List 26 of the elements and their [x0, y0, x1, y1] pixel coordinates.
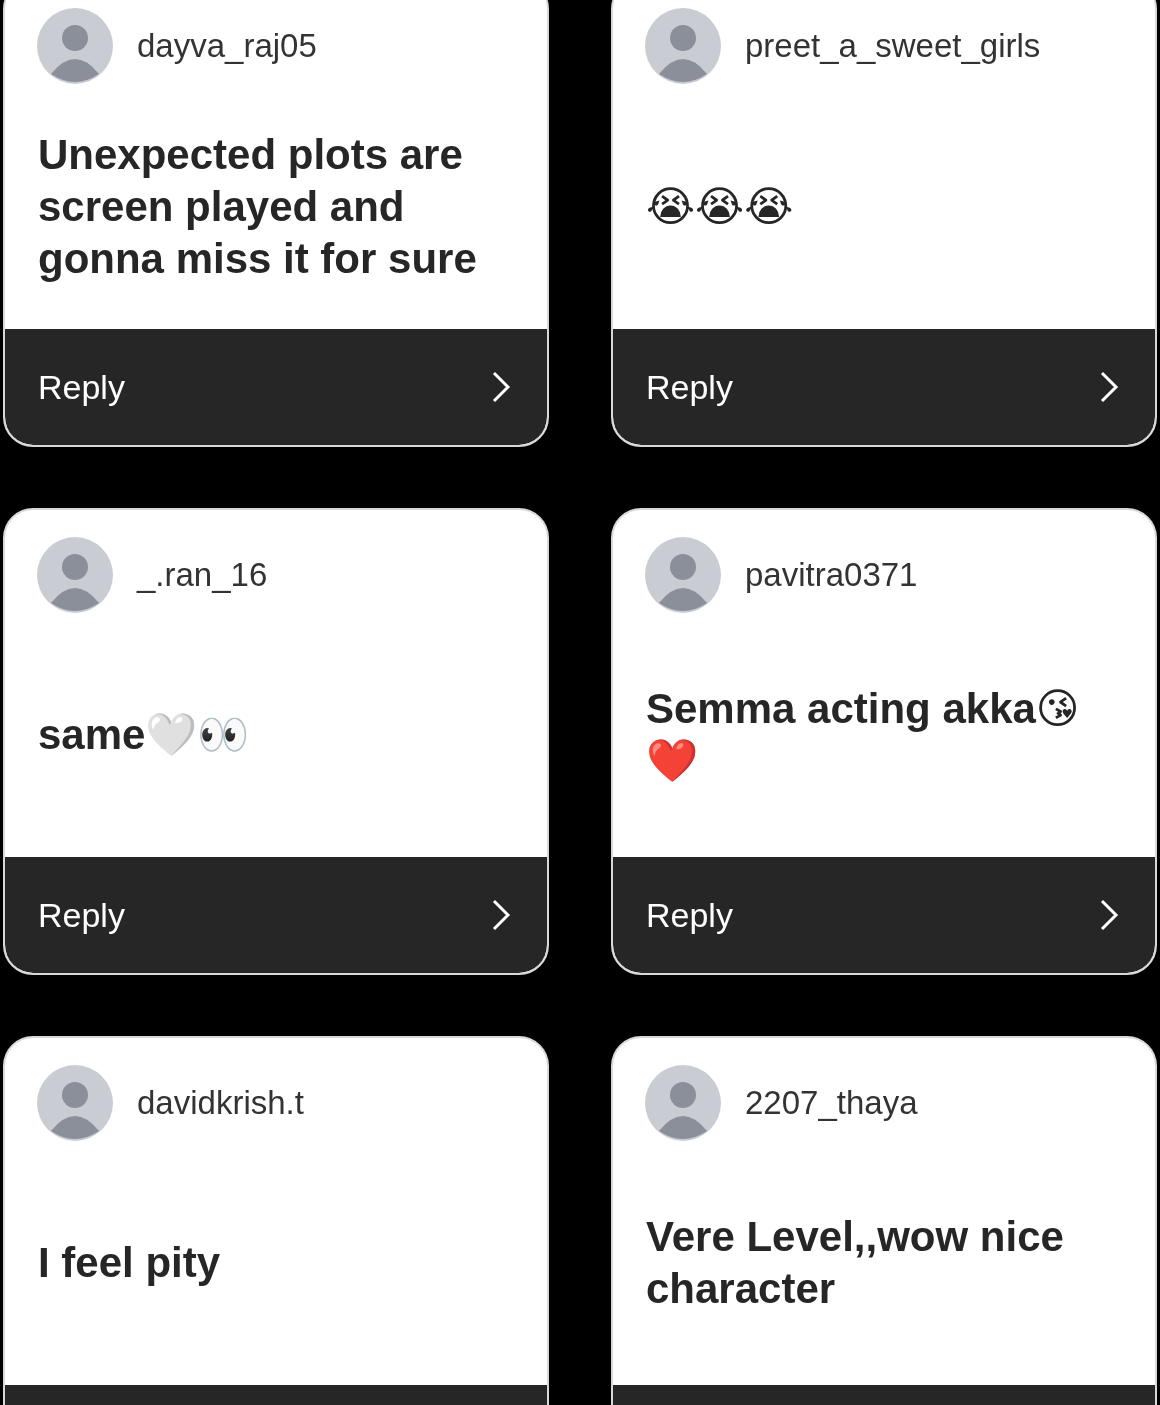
- avatar-icon: [37, 537, 113, 613]
- username[interactable]: _.ran_16: [137, 556, 268, 594]
- reply-button[interactable]: Reply: [613, 329, 1155, 445]
- comment-text: Semma acting akka😘❤: [646, 684, 1081, 786]
- username[interactable]: 2207_thaya: [745, 1084, 918, 1122]
- comment-text: same🤍👀: [38, 710, 250, 760]
- avatar-icon: [645, 1065, 721, 1141]
- reply-button[interactable]: Reply: [5, 857, 547, 973]
- username[interactable]: davidkrish.t: [137, 1084, 304, 1122]
- chevron-right-icon: [491, 370, 511, 404]
- comment-text: 😭😭😭: [646, 181, 794, 232]
- comment-text: Unexpected plots are screen played and gonna miss it for sure: [38, 129, 478, 284]
- username[interactable]: preet_a_sweet_girls: [745, 27, 1041, 65]
- avatar-icon: [37, 1065, 113, 1141]
- chevron-right-icon: [491, 898, 511, 932]
- username[interactable]: dayva_raj05: [137, 27, 317, 65]
- avatar-icon: [645, 8, 721, 84]
- avatar-icon: [37, 8, 113, 84]
- chevron-right-icon: [1099, 898, 1119, 932]
- avatar-icon: [645, 537, 721, 613]
- chevron-right-icon: [1099, 370, 1119, 404]
- comment-text: Vere Level,,wow nice character: [646, 1212, 1065, 1314]
- comment-text: I feel pity: [38, 1238, 221, 1288]
- reply-button[interactable]: Reply: [5, 329, 547, 445]
- username[interactable]: pavitra0371: [745, 556, 918, 594]
- reply-button[interactable]: Reply: [613, 857, 1155, 973]
